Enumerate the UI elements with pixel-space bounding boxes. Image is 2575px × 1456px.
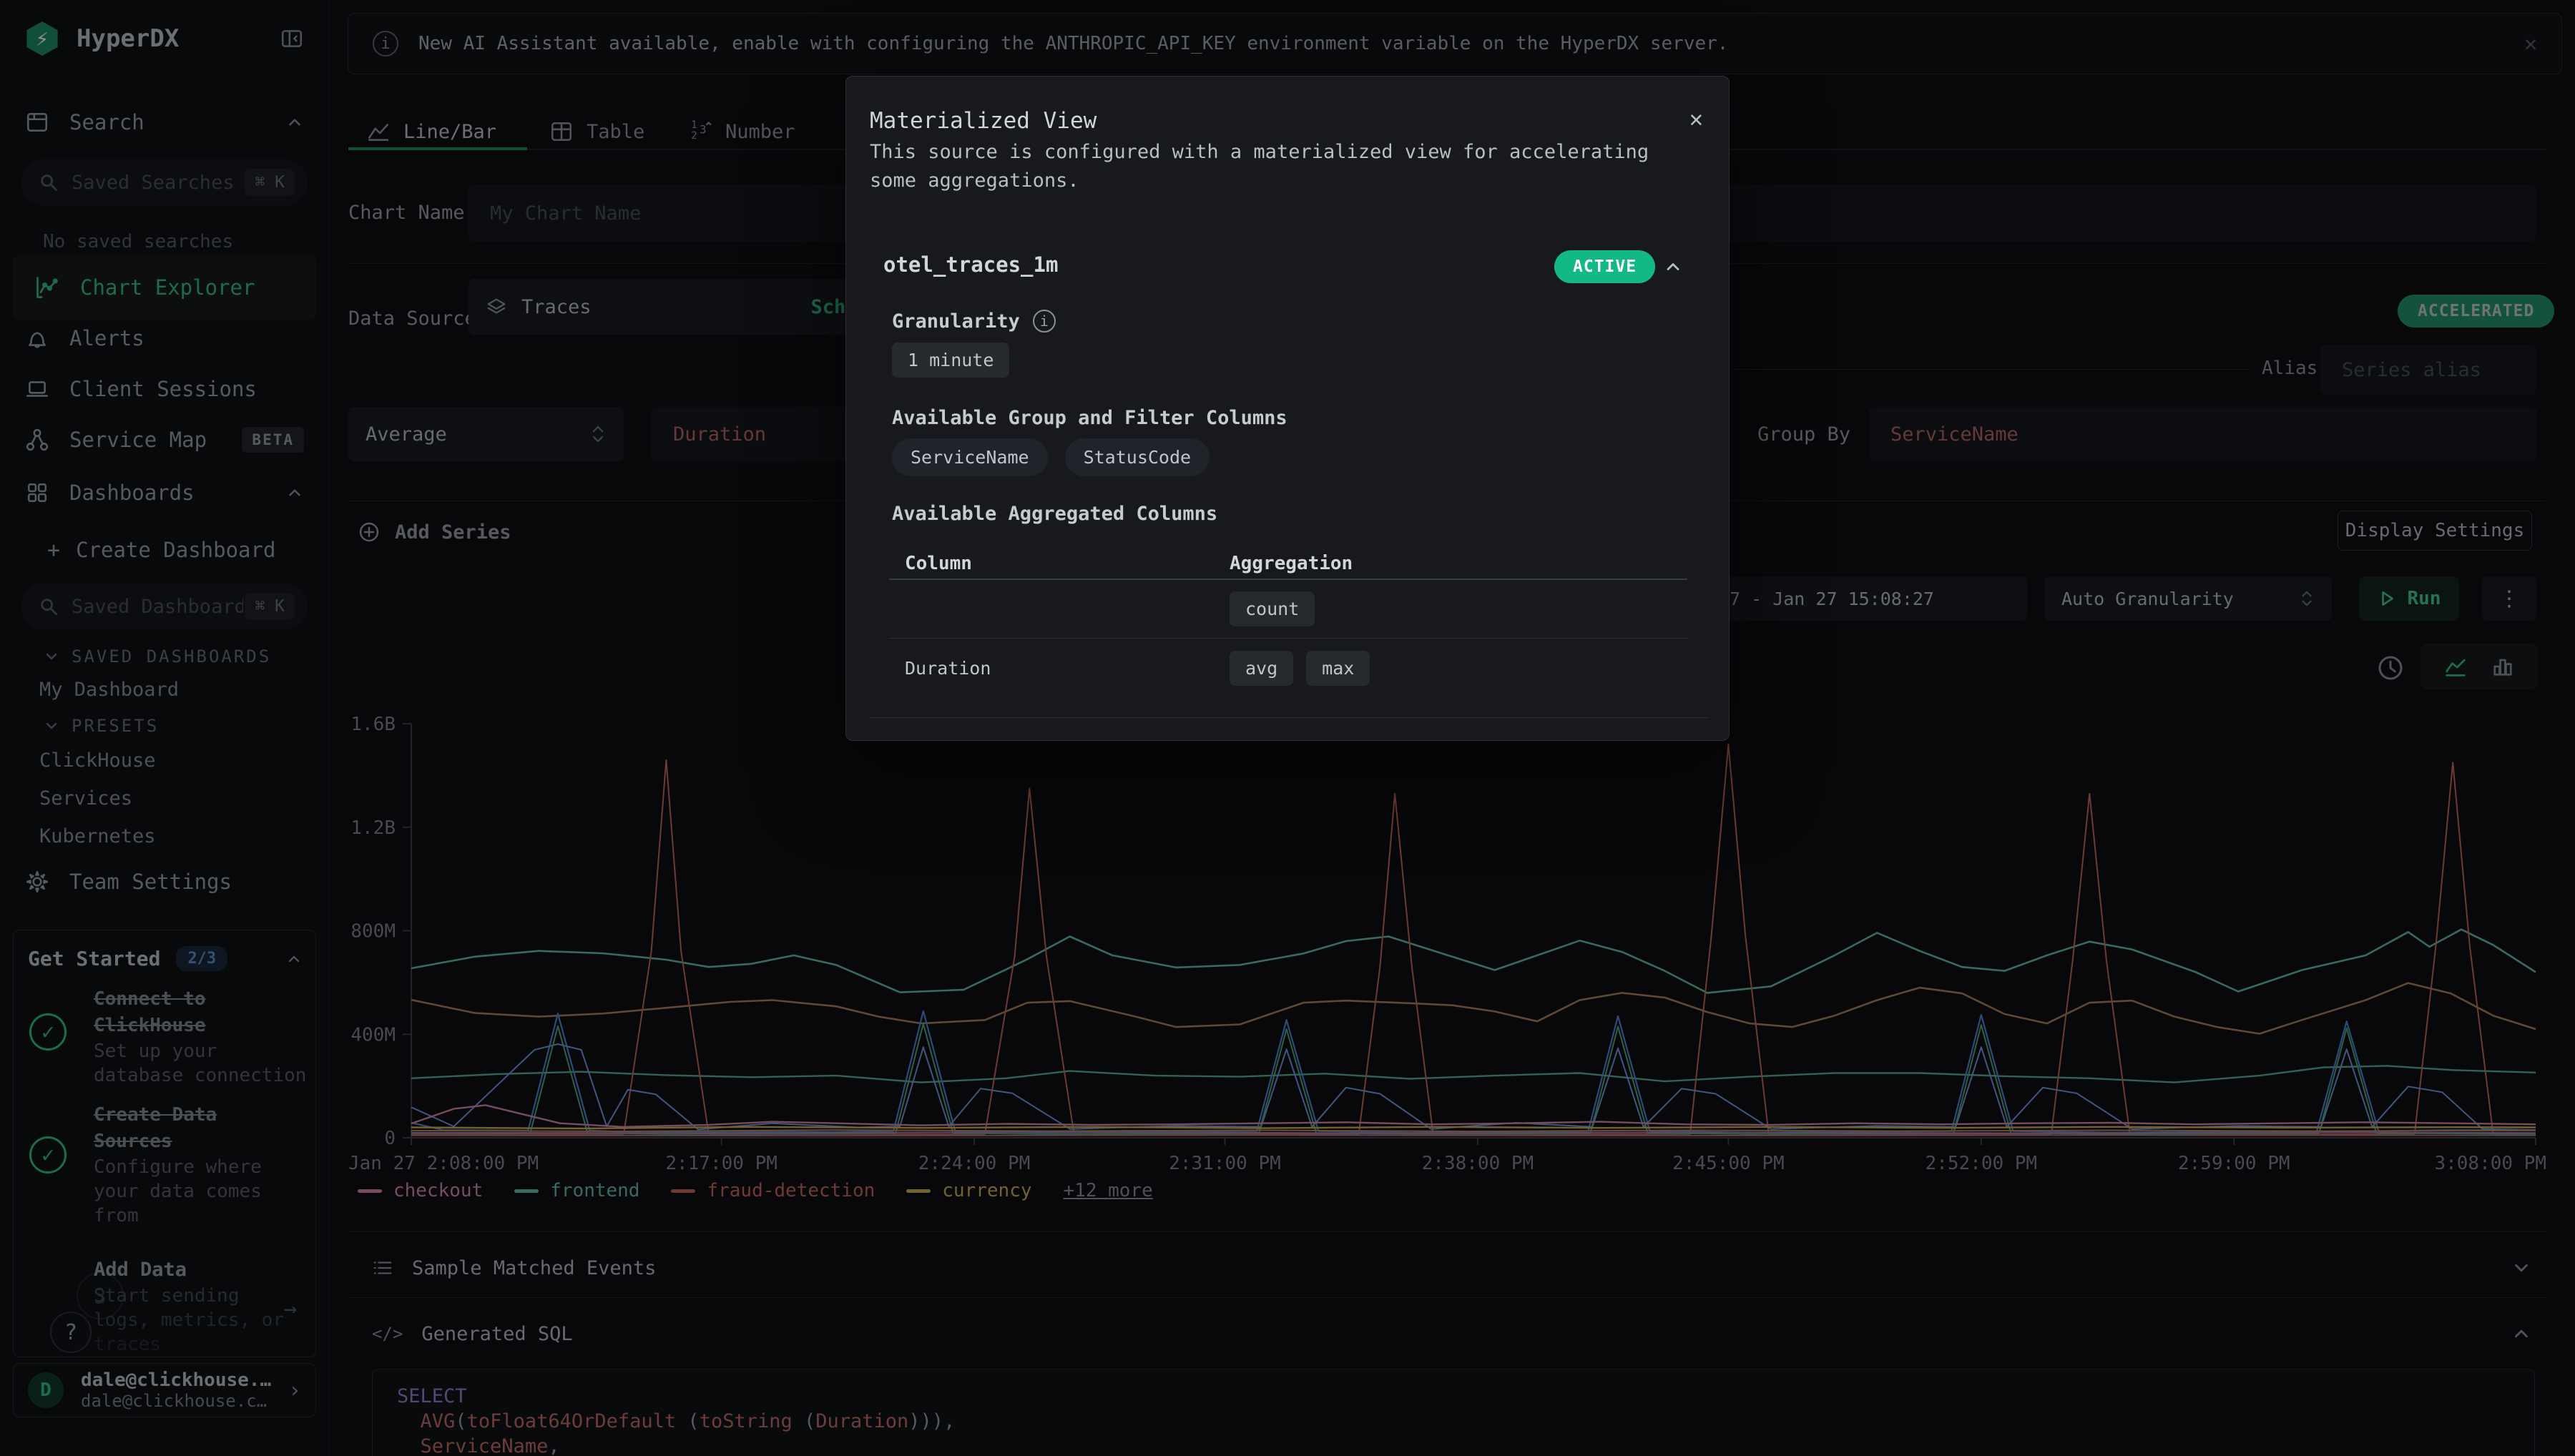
modal-close-icon[interactable]: ✕ xyxy=(1689,105,1703,132)
aggregated-columns-table: Column Aggregation count Duration avg ma… xyxy=(889,549,1687,697)
table-row: Duration avg max xyxy=(889,639,1687,697)
info-icon[interactable]: i xyxy=(1033,310,1056,333)
column-chip: ServiceName xyxy=(892,438,1048,476)
modal-bottom-divider xyxy=(870,717,1708,718)
hyperdx-app: ⚡ HyperDX Search ⌘ K No saved searches C… xyxy=(0,0,2575,1456)
column-cell: Duration xyxy=(889,658,1230,679)
aggregated-columns-label: Available Aggregated Columns xyxy=(892,503,1217,525)
active-status-badge: ACTIVE xyxy=(1554,250,1655,283)
group-filter-columns-label: Available Group and Filter Columns xyxy=(892,407,1288,429)
aggregation-chip: max xyxy=(1306,651,1370,686)
modal-description: This source is configured with a materia… xyxy=(870,138,1692,195)
aggregation-chip: avg xyxy=(1230,651,1293,686)
modal-title: Materialized View xyxy=(870,108,1097,134)
column-header: Column xyxy=(889,553,1230,574)
materialized-view-modal: Materialized View ✕ This source is confi… xyxy=(845,76,1730,741)
view-name: otel_traces_1m xyxy=(883,252,1058,277)
granularity-chip: 1 minute xyxy=(892,343,1009,378)
group-filter-chips: ServiceName StatusCode xyxy=(892,438,1210,476)
table-header-row: Column Aggregation xyxy=(889,549,1687,580)
aggregation-chip: count xyxy=(1230,591,1315,626)
chevron-up-icon[interactable] xyxy=(1663,257,1683,277)
column-chip: StatusCode xyxy=(1065,438,1210,476)
aggregation-header: Aggregation xyxy=(1230,553,1353,574)
table-row: count xyxy=(889,580,1687,639)
granularity-row: Granularity i xyxy=(892,310,1056,333)
